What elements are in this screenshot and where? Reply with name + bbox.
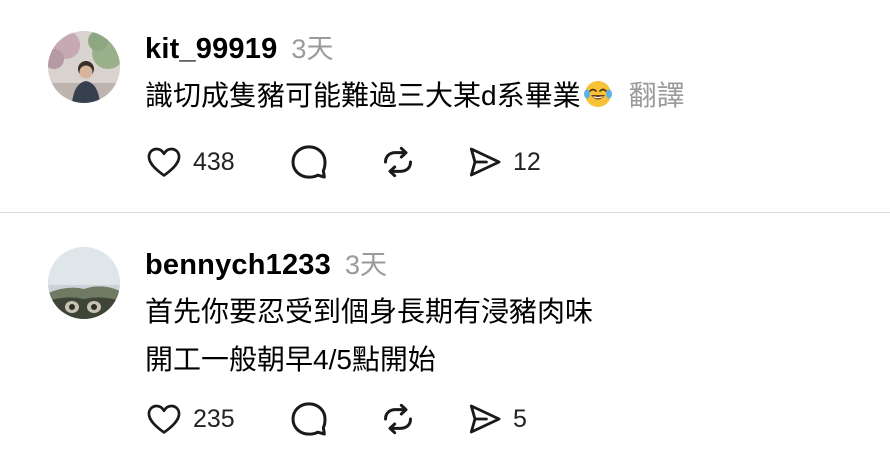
post-text-line: 開工一般朝早4/5點開始 — [145, 344, 436, 375]
username[interactable]: bennych1233 — [145, 249, 331, 282]
post-header: kit_99919 3天 — [145, 27, 333, 66]
post-text: 首先你要忍受到個身長期有浸豬肉味 開工一般朝早4/5點開始 — [145, 288, 593, 384]
reply-post: bennych1233 3天 首先你要忍受到個身長期有浸豬肉味 開工一般朝早4/… — [0, 213, 890, 462]
send-icon — [469, 147, 501, 177]
post-text-content: 識切成隻豬可能難過三大某d系畢業 — [145, 80, 581, 111]
like-count: 235 — [193, 404, 235, 433]
comment-bubble-icon — [291, 402, 327, 436]
translate-link[interactable]: 翻譯 — [629, 80, 685, 111]
avatar[interactable] — [48, 31, 120, 103]
share-count: 12 — [513, 147, 541, 176]
repost-icon — [384, 403, 412, 435]
post-text: 識切成隻豬可能難過三大某d系畢業 翻譯 — [145, 72, 685, 120]
post-text-line: 首先你要忍受到個身長期有浸豬肉味 — [145, 296, 594, 327]
post-header: bennych1233 3天 — [145, 243, 387, 282]
face-with-tears-of-joy-icon — [583, 81, 612, 107]
repost-button[interactable] — [378, 142, 418, 182]
heart-icon — [147, 147, 181, 177]
repost-button[interactable] — [378, 399, 418, 439]
timestamp: 3天 — [344, 250, 387, 280]
like-button[interactable]: 438 — [145, 142, 235, 182]
heart-icon — [147, 404, 181, 434]
comment-bubble-icon — [291, 145, 327, 179]
share-count: 5 — [513, 404, 527, 433]
share-button[interactable]: 12 — [465, 142, 541, 182]
share-button[interactable]: 5 — [465, 399, 527, 439]
repost-icon — [384, 146, 412, 178]
like-count: 438 — [193, 147, 235, 176]
reply-button[interactable] — [289, 142, 329, 182]
user-avatar-icon — [48, 247, 120, 319]
user-avatar-icon — [48, 31, 120, 103]
username[interactable]: kit_99919 — [145, 33, 277, 66]
like-button[interactable]: 235 — [145, 399, 235, 439]
send-icon — [469, 404, 501, 434]
post-text-line: 識切成隻豬可能難過三大某d系畢業 翻譯 — [145, 72, 685, 120]
reply-post: kit_99919 3天 識切成隻豬可能難過三大某d系畢業 翻譯 438 12 — [0, 0, 890, 213]
avatar[interactable] — [48, 247, 120, 319]
reply-button[interactable] — [289, 399, 329, 439]
timestamp: 3天 — [291, 34, 334, 64]
